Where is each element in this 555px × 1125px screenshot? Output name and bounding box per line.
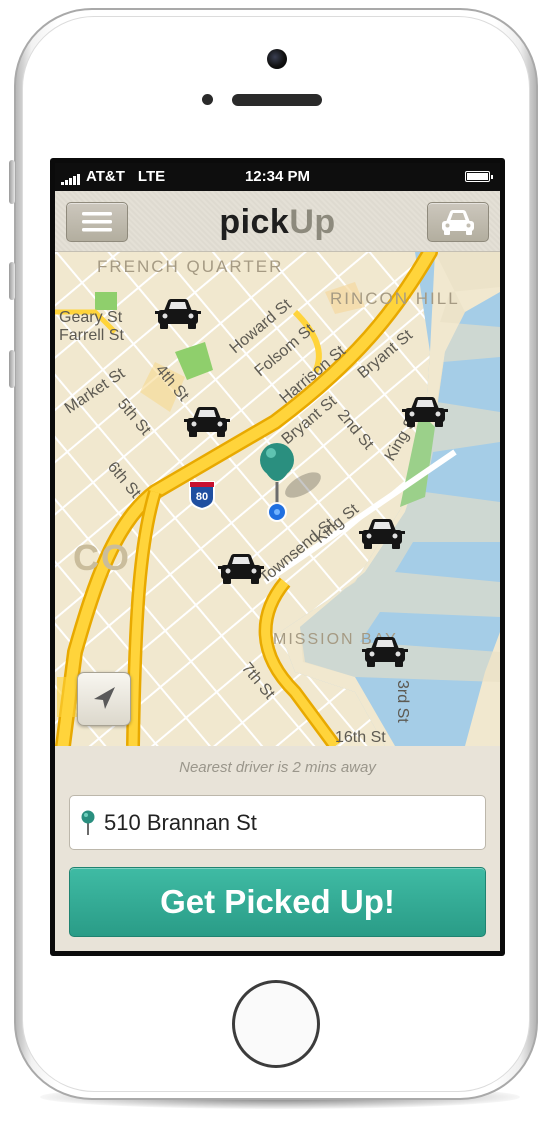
- home-button[interactable]: [232, 980, 320, 1068]
- proximity-sensor: [202, 94, 213, 105]
- pin-icon: [81, 810, 95, 835]
- earpiece-speaker: [232, 94, 322, 106]
- car-button[interactable]: [427, 202, 489, 242]
- current-location-icon: [267, 502, 287, 522]
- map-view[interactable]: Geary St Farrell St Market St 4th St 5th…: [55, 252, 500, 746]
- battery-icon: [465, 171, 493, 182]
- street-label: 3rd St: [394, 680, 411, 723]
- area-label: RINCON HILL: [330, 289, 460, 308]
- volume-up-button: [9, 262, 15, 300]
- location-arrow-icon: [94, 687, 115, 709]
- locate-me-button[interactable]: [77, 672, 131, 726]
- nearest-driver-text: Nearest driver is 2 mins away: [179, 759, 376, 776]
- interstate-80-shield: 80: [189, 481, 215, 511]
- volume-down-button: [9, 350, 15, 388]
- street-label: Farrell St: [59, 327, 124, 344]
- screen: AT&T LTE 12:34 PM pickUp Geary St Farrel…: [55, 163, 500, 951]
- status-bar: AT&T LTE 12:34 PM: [55, 163, 500, 191]
- street-label: Geary St: [59, 309, 123, 326]
- address-field[interactable]: 510 Brannan St: [69, 795, 486, 850]
- app-title-up: Up: [289, 203, 336, 241]
- status-time: 12:34 PM: [244, 168, 311, 185]
- get-picked-up-button[interactable]: Get Picked Up!: [69, 867, 486, 937]
- area-label: CO: [73, 537, 131, 578]
- address-value: 510 Brannan St: [104, 810, 257, 835]
- app-title-pick: pick: [219, 203, 290, 241]
- street-label: 16th St: [335, 729, 386, 746]
- nav-bar: pickUp: [55, 191, 500, 252]
- car-icon: [442, 210, 474, 235]
- mute-switch: [9, 160, 15, 204]
- front-camera: [267, 49, 287, 69]
- highway-number: 80: [196, 491, 208, 503]
- area-label: FRENCH QUARTER: [97, 257, 283, 276]
